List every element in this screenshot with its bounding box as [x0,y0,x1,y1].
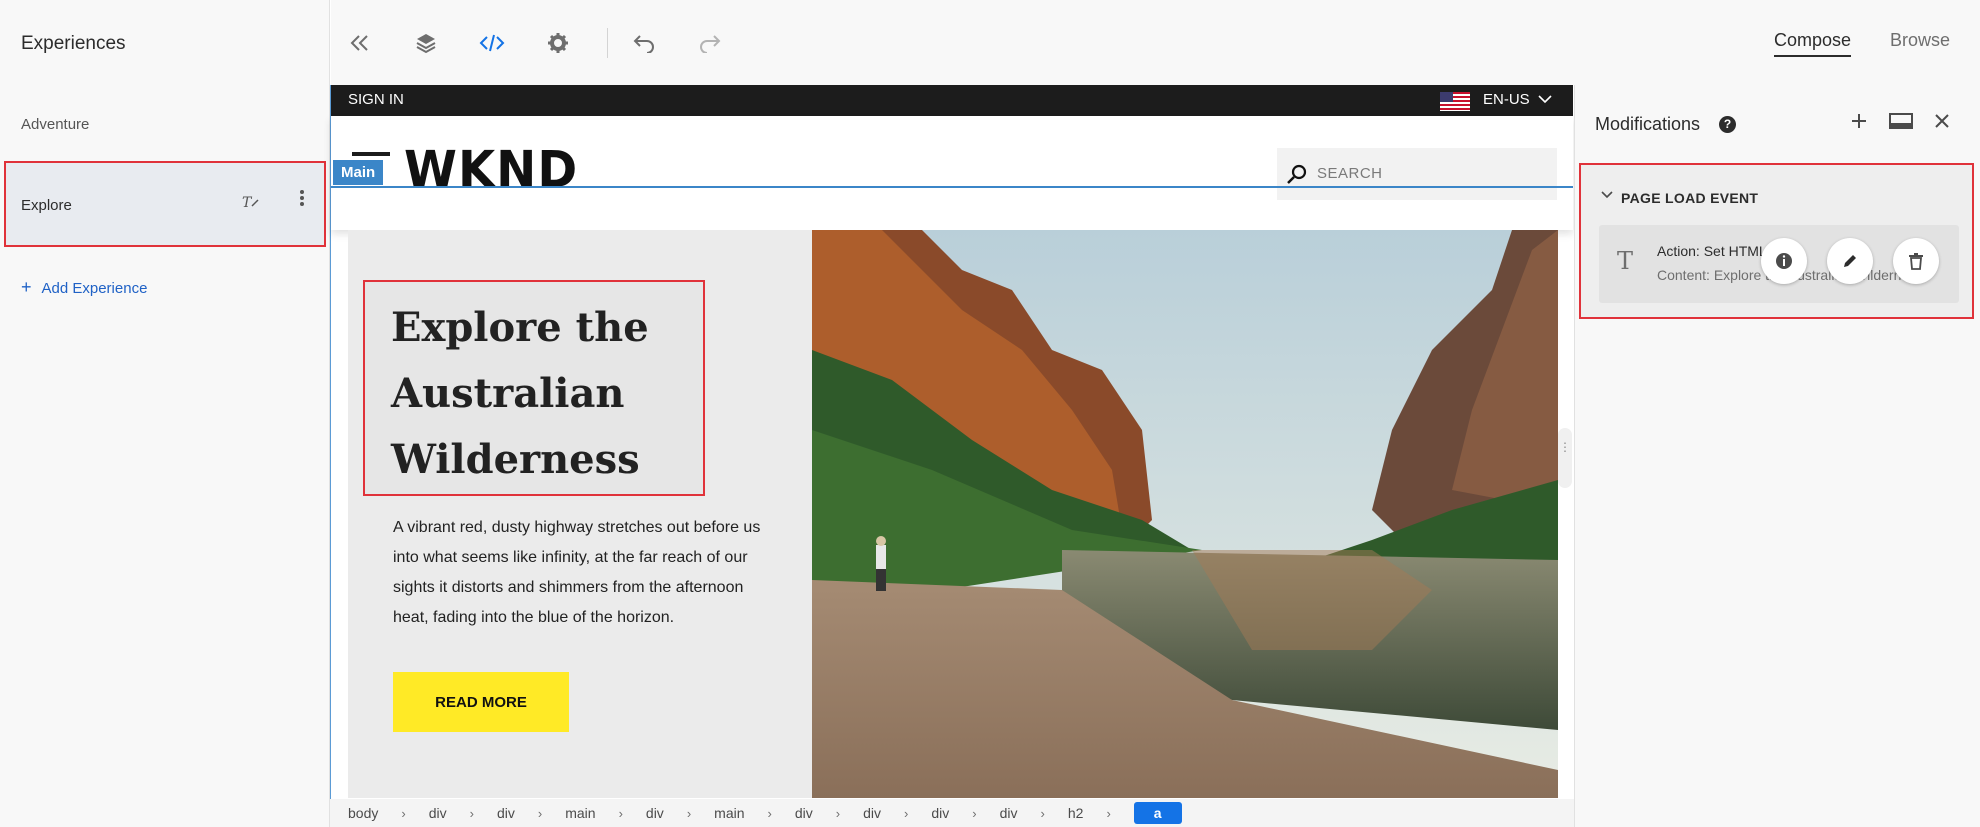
experiences-title: Experiences [21,33,126,54]
chevron-down-icon [1538,95,1552,104]
event-title[interactable]: PAGE LOAD EVENT [1621,190,1758,206]
breadcrumb-item[interactable]: div [795,803,813,823]
help-icon[interactable]: ? [1719,116,1736,133]
chevron-right-icon: › [401,805,406,821]
more-options-icon[interactable] [298,189,306,207]
page-load-event-group: PAGE LOAD EVENT T Action: Set HTML Conte… [1579,163,1974,319]
tab-browse[interactable]: Browse [1890,30,1950,51]
text-icon: T [1617,247,1634,275]
collapse-icon[interactable] [347,30,373,56]
page-canvas: SIGN IN EN-US WKND Main SEARCH Explore t… [330,85,1574,799]
locale-selector[interactable]: EN-US [1483,91,1552,108]
search-icon [1287,164,1307,184]
resize-handle[interactable]: ⋮ [1558,428,1572,488]
search-placeholder: SEARCH [1317,165,1383,182]
site-header: WKND Main SEARCH [331,116,1573,230]
pencil-icon [1844,255,1856,267]
action-label: Action: Set HTML [1657,243,1767,259]
breadcrumb-item[interactable]: main [565,803,595,823]
breadcrumb-item[interactable]: div [497,803,515,823]
breadcrumb-item[interactable]: body [348,803,378,823]
code-icon[interactable] [479,30,505,56]
breadcrumb: body › div › div › main › div › main › div › di… [330,799,1574,827]
breadcrumb-item[interactable]: main [714,803,744,823]
delete-button[interactable] [1893,238,1939,284]
chevron-right-icon: › [618,805,623,821]
svg-text:T: T [242,195,253,210]
rename-icon[interactable]: T [242,194,260,214]
toolbar-divider [607,28,608,58]
info-icon [1776,253,1792,269]
search-input[interactable]: SEARCH [1277,148,1557,200]
action-card[interactable]: T Action: Set HTML Content: Explore the … [1599,225,1959,303]
breadcrumb-item[interactable]: h2 [1068,803,1084,823]
breadcrumb-item[interactable]: div [1000,803,1018,823]
modifications-panel: Modifications ? PAGE LOAD EVENT T Action… [1574,85,1980,827]
chevron-right-icon: › [469,805,474,821]
hero-title[interactable]: Explore the Australian Wilderness [391,295,711,493]
hero-image [812,230,1558,798]
experiences-panel: Experiences Adventure Explore T + Add Exp… [0,0,330,827]
breadcrumb-item[interactable]: div [429,803,447,823]
chevron-right-icon: › [537,805,543,821]
chevron-right-icon: › [1040,805,1045,821]
menu-icon[interactable] [352,152,390,156]
edit-button[interactable] [1827,238,1873,284]
undo-icon[interactable] [631,30,657,56]
editor-toolbar [331,0,1980,85]
breadcrumb-item[interactable]: div [931,803,949,823]
add-experience-label: Add Experience [41,280,148,297]
redo-icon[interactable] [697,30,723,56]
chevron-down-icon[interactable] [1601,187,1613,202]
preview-icon[interactable] [1889,111,1913,137]
site-top-bar: SIGN IN EN-US [331,85,1573,116]
trash-icon [1909,253,1923,270]
chevron-right-icon: › [972,805,977,821]
highlight-tag: Main [333,160,384,185]
sign-in-link[interactable]: SIGN IN [348,91,404,108]
chevron-right-icon: › [835,805,841,821]
chevron-right-icon: › [1106,805,1111,821]
breadcrumb-item-active[interactable]: a [1133,802,1182,824]
layers-icon[interactable] [413,30,439,56]
highlight-line [331,186,1573,188]
chevron-right-icon: › [767,805,772,821]
read-more-button[interactable]: READ MORE [393,672,569,732]
info-button[interactable] [1761,238,1807,284]
breadcrumb-item[interactable]: div [863,803,881,823]
locale-label: EN-US [1483,91,1530,108]
experience-item-explore[interactable]: Explore T [4,161,326,247]
us-flag-icon [1440,92,1470,111]
settings-icon[interactable] [545,30,571,56]
add-icon[interactable] [1849,111,1869,137]
breadcrumb-item[interactable]: div [646,803,664,823]
plus-icon: + [21,277,32,297]
chevron-right-icon: › [904,805,909,821]
tab-compose[interactable]: Compose [1774,30,1852,57]
add-experience-button[interactable]: + Add Experience [21,277,147,298]
chevron-right-icon: › [686,805,692,821]
experience-item-adventure[interactable]: Adventure [21,116,89,133]
site-logo[interactable]: WKND [404,141,578,200]
experience-label: Explore [21,197,72,214]
close-icon[interactable] [1933,111,1951,137]
modifications-title: Modifications [1595,114,1701,134]
hero-description: A vibrant red, dusty highway stretches o… [393,519,761,626]
